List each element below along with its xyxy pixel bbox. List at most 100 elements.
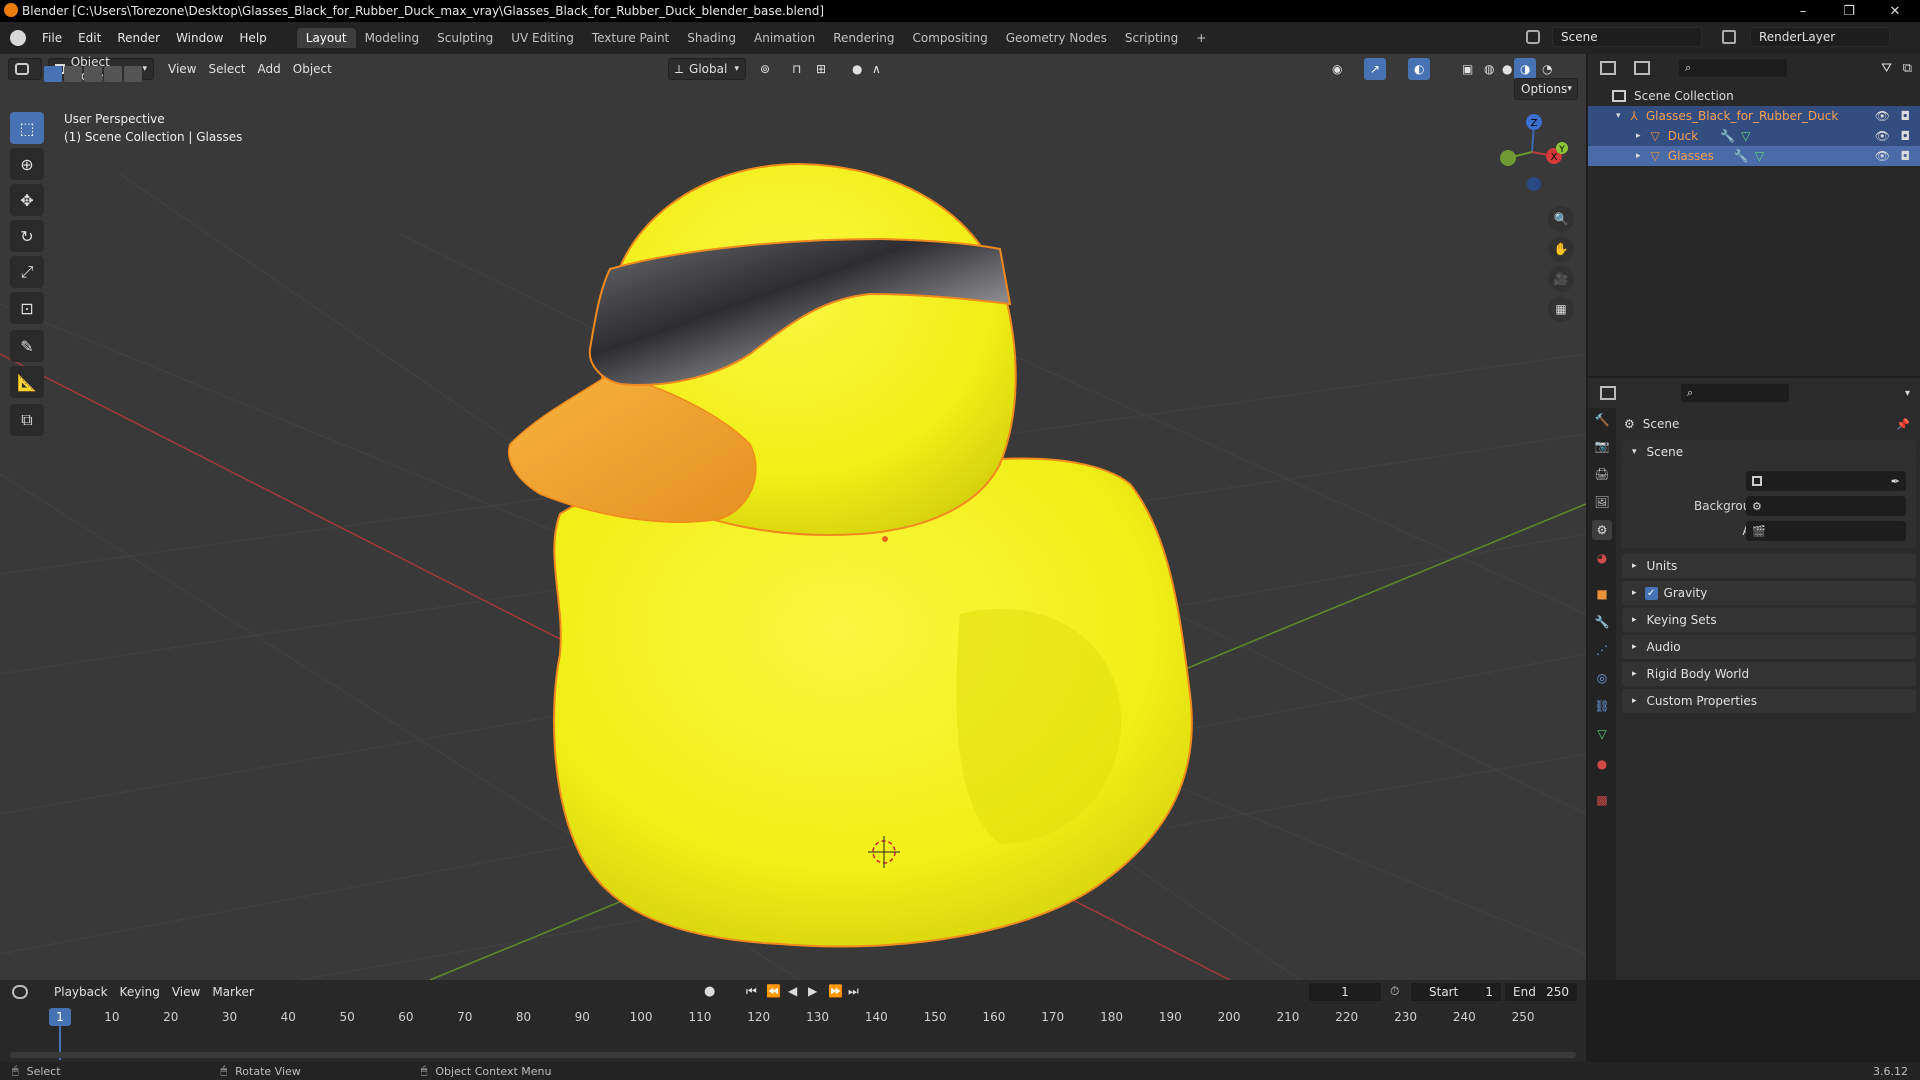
jump-start-icon[interactable]: ⏮	[746, 984, 757, 999]
visibility-icon[interactable]: ◉	[1326, 58, 1348, 80]
annotate-tool[interactable]: ✎	[10, 330, 44, 362]
panel-custom-properties[interactable]: ▸ Custom Properties	[1622, 689, 1916, 713]
menu-edit[interactable]: Edit	[70, 31, 109, 45]
jump-end-icon[interactable]: ⏭	[848, 984, 859, 999]
pivot-point-icon[interactable]: ⊚	[754, 58, 776, 80]
view-layer-icon[interactable]	[1722, 30, 1736, 44]
constraints-tab-icon[interactable]: ⛓	[1592, 696, 1612, 716]
tab-rendering[interactable]: Rendering	[824, 28, 903, 48]
panel-units[interactable]: ▸ Units	[1622, 554, 1916, 578]
blender-menu-icon[interactable]	[10, 30, 26, 46]
menu-playback[interactable]: Playback	[48, 981, 114, 1003]
rotate-tool[interactable]: ↻	[10, 220, 44, 252]
tab-shading[interactable]: Shading	[678, 28, 745, 48]
eye-icon[interactable]: 👁	[1875, 149, 1890, 163]
timeline-ruler[interactable]: 10 20 30 40 50 60 70 80 90 100 110 120 130 140 150 160 1…	[0, 1004, 1586, 1062]
menu-add[interactable]: Add	[252, 58, 287, 80]
menu-window[interactable]: Window	[168, 31, 231, 45]
transform-tool[interactable]: ⊡	[10, 292, 44, 324]
texture-tab-icon[interactable]: ▩	[1592, 790, 1612, 810]
material-shading-icon[interactable]: ◑	[1514, 58, 1537, 80]
playhead[interactable]: 1	[49, 1008, 71, 1026]
timeline-editor-icon[interactable]	[12, 985, 28, 999]
scene-icon[interactable]	[1526, 30, 1540, 44]
expand-right-icon[interactable]: ▸	[1636, 131, 1641, 141]
outliner-search-input[interactable]: ⌕	[1678, 58, 1788, 78]
tab-compositing[interactable]: Compositing	[903, 28, 996, 48]
snap-target-icon[interactable]: ⊞	[810, 58, 832, 80]
timeline-scrollbar[interactable]	[10, 1052, 1576, 1058]
eyedropper-icon[interactable]: ✒	[1891, 475, 1900, 488]
scale-tool[interactable]: ⤢	[10, 256, 44, 288]
record-icon[interactable]: ●	[704, 984, 715, 999]
add-workspace-button[interactable]: +	[1187, 28, 1215, 48]
menu-object[interactable]: Object	[287, 58, 338, 80]
camera-field[interactable]: ✒	[1746, 471, 1906, 491]
chevron-down-icon[interactable]: ▾	[1905, 388, 1910, 399]
expand-right-icon[interactable]: ▸	[1636, 151, 1641, 161]
select-new-icon[interactable]	[44, 66, 62, 82]
world-tab-icon[interactable]: ◕	[1592, 548, 1612, 568]
camera-view-button[interactable]: 🎥	[1548, 266, 1574, 292]
physics-tab-icon[interactable]: ◎	[1592, 668, 1612, 688]
tab-texture-paint[interactable]: Texture Paint	[583, 28, 678, 48]
tab-modeling[interactable]: Modeling	[356, 28, 429, 48]
active-clip-field[interactable]: 🎬	[1746, 521, 1906, 541]
jump-keyframe-back-icon[interactable]: ⏪	[766, 984, 781, 998]
overlay-toggle-icon[interactable]: ◐	[1408, 58, 1431, 80]
gizmo-toggle-icon[interactable]: ↗	[1364, 58, 1387, 80]
select-box-tool[interactable]: ⬚	[10, 112, 44, 144]
background-scene-field[interactable]: ⚙	[1746, 496, 1906, 516]
menu-render[interactable]: Render	[109, 31, 168, 45]
close-button[interactable]: ✕	[1872, 0, 1918, 22]
camera-render-icon[interactable]: ◘	[1901, 149, 1911, 163]
end-frame-field[interactable]: End 250	[1504, 982, 1578, 1002]
viewport-scene[interactable]	[0, 54, 1586, 980]
panel-audio[interactable]: ▸ Audio	[1622, 635, 1916, 659]
render-tab-icon[interactable]: 📷	[1592, 436, 1612, 456]
eye-icon[interactable]: 👁	[1875, 129, 1890, 143]
particles-tab-icon[interactable]: ⋰	[1592, 640, 1612, 660]
menu-marker[interactable]: Marker	[206, 981, 259, 1003]
xray-toggle-icon[interactable]: ▣	[1456, 58, 1479, 80]
tab-uv-editing[interactable]: UV Editing	[502, 28, 583, 48]
outliner-row-glasses-black[interactable]: ▾ ⅄ Glasses_Black_for_Rubber_Duck 👁 ◘	[1588, 106, 1920, 126]
select-extend-icon[interactable]	[64, 66, 82, 82]
select-subtract-icon[interactable]	[84, 66, 102, 82]
menu-help[interactable]: Help	[231, 31, 274, 45]
menu-timeline-view[interactable]: View	[166, 981, 206, 1003]
filter-icon[interactable]: ⛛	[1881, 61, 1892, 76]
menu-view[interactable]: View	[162, 58, 202, 80]
tab-animation[interactable]: Animation	[745, 28, 824, 48]
panel-keying-sets[interactable]: ▸ Keying Sets	[1622, 608, 1916, 632]
scene-selector[interactable]: Scene	[1552, 27, 1702, 47]
start-frame-field[interactable]: Start 1	[1410, 982, 1502, 1002]
play-icon[interactable]: ▶	[808, 984, 817, 998]
camera-render-icon[interactable]: ◘	[1901, 109, 1911, 123]
outliner-editor-icon[interactable]	[1600, 61, 1616, 75]
tab-sculpting[interactable]: Sculpting	[428, 28, 502, 48]
tab-geometry-nodes[interactable]: Geometry Nodes	[997, 28, 1116, 48]
jump-keyframe-forward-icon[interactable]: ⏩	[828, 984, 843, 998]
camera-render-icon[interactable]: ◘	[1901, 129, 1911, 143]
options-dropdown[interactable]: Options ▾	[1514, 78, 1578, 100]
play-reverse-icon[interactable]: ◀	[788, 984, 797, 998]
maximize-button[interactable]: ❐	[1826, 0, 1872, 22]
expand-down-icon[interactable]: ▾	[1616, 111, 1621, 121]
view-layer-tab-icon[interactable]: 🖼	[1592, 492, 1612, 512]
tool-tab-icon[interactable]: 🔨	[1592, 410, 1612, 430]
3d-viewport[interactable]: Object Mode ▾ View Select Add Object ⟂ G…	[0, 54, 1586, 980]
eye-icon[interactable]: 👁	[1875, 109, 1890, 123]
data-tab-icon[interactable]: ▽	[1592, 724, 1612, 744]
panel-gravity[interactable]: ▸ ✓ Gravity	[1622, 581, 1916, 605]
ortho-toggle-button[interactable]: ▦	[1548, 296, 1574, 322]
select-intersect-icon[interactable]	[124, 66, 142, 82]
display-mode-icon[interactable]	[1634, 61, 1650, 75]
falloff-icon[interactable]: ∧	[866, 58, 887, 80]
add-cube-tool[interactable]: ⧉	[10, 404, 44, 436]
outliner-row-duck[interactable]: ▸ ▽ Duck 🔧 ▽ 👁 ◘	[1588, 126, 1920, 146]
object-tab-icon[interactable]: ■	[1592, 584, 1612, 604]
move-tool[interactable]: ✥	[10, 184, 44, 216]
cursor-tool[interactable]: ⊕	[10, 148, 44, 180]
output-tab-icon[interactable]: 🖨	[1592, 464, 1612, 484]
